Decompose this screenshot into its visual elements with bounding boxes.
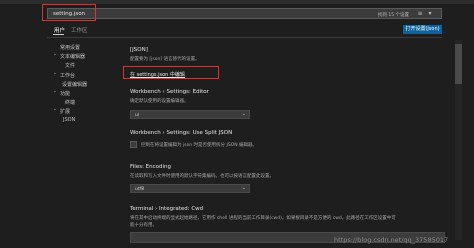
setting-desc-split-json: 控制在将设置编辑为 json 时是否使用拆分 JSON 编辑器。	[141, 143, 258, 148]
toc-item-common[interactable]: 常用设置	[60, 44, 80, 51]
tab-workspace[interactable]: 工作区	[71, 26, 88, 34]
filter-icon[interactable]: ▾	[427, 11, 433, 17]
settings-search-input[interactable]: setting.json 找到 15 个设置 ≡ ▾	[47, 8, 442, 19]
tab-user[interactable]: 用户	[54, 26, 65, 34]
scroll-thumb[interactable]	[455, 44, 462, 84]
chevron-down-icon[interactable]: ⌄	[53, 52, 57, 57]
toc-item-terminal[interactable]: 终端	[65, 99, 75, 106]
open-settings-json-button[interactable]: 打开设置(json)	[403, 25, 442, 34]
setting-title-encoding: Files: Encoding	[130, 164, 172, 170]
toc-item-json[interactable]: JSON	[63, 117, 75, 123]
active-tab-indicator	[53, 34, 64, 35]
search-highlight-box	[42, 4, 96, 21]
setting-title-cwd: Terminal › Integrated: Cwd	[130, 206, 204, 212]
setting-title-json: [JSON]	[130, 47, 148, 53]
setting-desc-cwd-cont: 能十分有用。	[130, 223, 157, 228]
clear-filter-icon[interactable]: ≡	[417, 11, 423, 17]
chevron-down-icon[interactable]: ⌄	[53, 71, 57, 76]
link-highlight-box	[123, 66, 219, 79]
toc-item-settings-editor[interactable]: 设置编辑器	[62, 81, 87, 88]
toc-item-extensions[interactable]: 扩展	[60, 108, 70, 115]
toc-item-files[interactable]: 文件	[65, 62, 75, 69]
dropdown-value: utf8	[135, 186, 145, 192]
settings-editor-dropdown[interactable]: ui ⌄	[130, 110, 250, 119]
toc-item-features[interactable]: 功能	[60, 90, 70, 97]
split-json-checkbox[interactable]	[130, 141, 137, 148]
dropdown-value: ui	[135, 112, 140, 118]
watermark: https://blog.csdn.net/qq_37585017	[334, 236, 449, 244]
chevron-down-icon[interactable]: ⌄	[53, 89, 57, 94]
encoding-dropdown[interactable]: utf8 ⌄	[130, 184, 250, 193]
toc-item-text-editor[interactable]: 文本编辑器	[60, 53, 85, 60]
chevron-down-icon[interactable]: ⌄	[53, 107, 57, 112]
setting-title-editor: Workbench › Settings: Editor	[130, 89, 209, 95]
setting-desc-editor: 确定默认使用的设置编辑器。	[130, 99, 189, 104]
header-divider	[47, 37, 442, 38]
chevron-down-icon: ⌄	[241, 111, 246, 117]
setting-title-split-json: Workbench › Settings: Use Split JSON	[130, 130, 233, 136]
setting-desc-encoding: 在读取和写入文件时使用的默认字符集编码。也可以按语言配置此设置。	[130, 174, 274, 179]
toc-item-workbench[interactable]: 工作台	[60, 72, 75, 79]
search-results-count: 找到 15 个设置	[377, 12, 409, 18]
setting-desc-cwd: 将在其中启动终端的显式起始路径，它用作 shell 进程的当前工作目录(cwd)…	[130, 216, 396, 221]
scrollbar[interactable]	[455, 40, 462, 240]
chevron-down-icon: ⌄	[241, 185, 246, 191]
setting-desc-json: 配置要为 [json] 语言替代的设置。	[130, 57, 200, 62]
